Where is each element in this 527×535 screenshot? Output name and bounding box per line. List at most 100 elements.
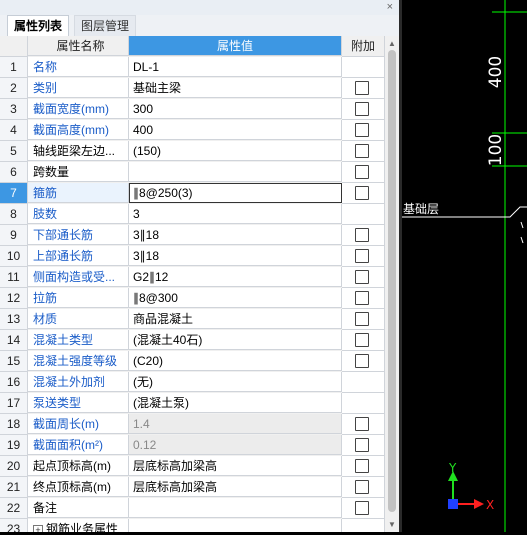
property-row[interactable]: 3 截面宽度(mm) 300 <box>0 99 385 120</box>
property-row[interactable]: 6 跨数量 <box>0 162 385 183</box>
attach-checkbox[interactable] <box>355 333 369 347</box>
property-row[interactable]: 21 终点顶标高(m) 层底标高加梁高 <box>0 477 385 498</box>
property-value[interactable]: 3∥18 <box>129 246 342 266</box>
attach-checkbox[interactable] <box>355 480 369 494</box>
scroll-down-icon[interactable]: ▼ <box>388 520 396 529</box>
attach-checkbox[interactable] <box>355 312 369 326</box>
property-value[interactable] <box>129 519 342 532</box>
property-value[interactable]: 层底标高加梁高 <box>129 456 342 476</box>
property-row[interactable]: 7 箍筋 ∥8@250(3) <box>0 183 385 204</box>
property-row[interactable]: 5 轴线距梁左边... (150) <box>0 141 385 162</box>
attach-checkbox[interactable] <box>355 354 369 368</box>
scroll-up-icon[interactable]: ▲ <box>388 39 396 48</box>
property-row[interactable]: 16 混凝土外加剂 (无) <box>0 372 385 393</box>
property-value[interactable]: (150) <box>129 141 342 161</box>
property-value[interactable] <box>129 162 342 182</box>
attach-cell <box>342 477 385 498</box>
row-number: 3 <box>0 99 28 120</box>
property-name-label: 截面面积(m²) <box>33 438 103 452</box>
attach-checkbox[interactable] <box>355 165 369 179</box>
property-name-label: 起点顶标高(m) <box>33 459 111 473</box>
property-name: 混凝土强度等级 <box>28 351 129 371</box>
close-icon[interactable]: × <box>387 1 393 13</box>
property-name: 截面面积(m²) <box>28 435 129 455</box>
property-row[interactable]: 2 类别 基础主梁 <box>0 78 385 99</box>
attach-checkbox[interactable] <box>355 228 369 242</box>
property-value[interactable]: 3∥18 <box>129 225 342 245</box>
property-row[interactable]: 10 上部通长筋 3∥18 <box>0 246 385 267</box>
attach-checkbox[interactable] <box>355 270 369 284</box>
property-name-label: 混凝土类型 <box>33 333 94 347</box>
scrollbar-thumb[interactable] <box>388 50 396 512</box>
attach-checkbox[interactable] <box>355 501 369 515</box>
row-number: 17 <box>0 393 28 414</box>
tab-property-list[interactable]: 属性列表 <box>7 15 70 37</box>
tab-layer-management[interactable]: 图层管理 <box>74 15 137 37</box>
property-name-label: 跨数量 <box>33 165 70 179</box>
property-row[interactable]: 11 侧面构造或受... G2∥12 <box>0 267 385 288</box>
attach-cell <box>342 519 385 532</box>
row-number: 23 <box>0 519 28 532</box>
property-value[interactable]: G2∥12 <box>129 267 342 287</box>
expand-icon[interactable]: + <box>33 525 43 532</box>
property-name: 肢数 <box>28 204 129 224</box>
property-row[interactable]: 4 截面高度(mm) 400 <box>0 120 385 141</box>
svg-text:400: 400 <box>486 56 506 88</box>
attach-cell <box>342 57 385 78</box>
ucs-x-label: X <box>486 498 494 512</box>
property-row[interactable]: 14 混凝土类型 (混凝土40石) <box>0 330 385 351</box>
property-value[interactable]: ∥8@300 <box>129 288 342 308</box>
property-name-label: 类别 <box>33 81 58 95</box>
attach-checkbox[interactable] <box>355 459 369 473</box>
property-value[interactable]: 层底标高加梁高 <box>129 477 342 497</box>
panel-title-strip: × <box>0 0 399 16</box>
property-value[interactable]: 基础主梁 <box>129 78 342 98</box>
row-number: 22 <box>0 498 28 519</box>
row-number: 9 <box>0 225 28 246</box>
property-value[interactable]: 300 <box>129 99 342 119</box>
attach-cell <box>342 78 385 99</box>
property-value[interactable]: 商品混凝土 <box>129 309 342 329</box>
property-value[interactable]: (混凝土40石) <box>129 330 342 350</box>
property-name-label: 备注 <box>33 501 58 515</box>
property-row[interactable]: 12 拉筋 ∥8@300 <box>0 288 385 309</box>
attach-checkbox[interactable] <box>355 417 369 431</box>
row-number: 13 <box>0 309 28 330</box>
attach-checkbox[interactable] <box>355 123 369 137</box>
property-row[interactable]: 18 截面周长(m) 1.4 <box>0 414 385 435</box>
property-row[interactable]: 15 混凝土强度等级 (C20) <box>0 351 385 372</box>
property-value[interactable]: 400 <box>129 120 342 140</box>
property-row[interactable]: 22 备注 <box>0 498 385 519</box>
property-value[interactable]: (无) <box>129 372 342 392</box>
property-row[interactable]: 23 + 钢筋业务属性 <box>0 519 385 532</box>
property-row[interactable]: 13 材质 商品混凝土 <box>0 309 385 330</box>
drawing-canvas[interactable]: 400 100 基础层 Y X <box>402 0 527 532</box>
property-row[interactable]: 9 下部通长筋 3∥18 <box>0 225 385 246</box>
property-row[interactable]: 1 名称 DL-1 <box>0 57 385 78</box>
property-value[interactable]: ∥8@250(3) <box>129 183 342 203</box>
property-value[interactable]: DL-1 <box>129 57 342 77</box>
property-value[interactable]: (C20) <box>129 351 342 371</box>
attach-checkbox[interactable] <box>355 249 369 263</box>
property-value[interactable]: (混凝土泵) <box>129 393 342 413</box>
row-number: 7 <box>0 183 28 204</box>
attach-checkbox[interactable] <box>355 186 369 200</box>
attach-checkbox[interactable] <box>355 144 369 158</box>
attach-checkbox[interactable] <box>355 291 369 305</box>
row-number: 6 <box>0 162 28 183</box>
property-name: 截面宽度(mm) <box>28 99 129 119</box>
property-name-label: 终点顶标高(m) <box>33 480 111 494</box>
property-value[interactable]: 3 <box>129 204 342 224</box>
grid-header-row: 属性名称 属性值 附加 <box>0 36 385 57</box>
attach-cell <box>342 267 385 288</box>
property-row[interactable]: 8 肢数 3 <box>0 204 385 225</box>
attach-checkbox[interactable] <box>355 102 369 116</box>
attach-checkbox[interactable] <box>355 438 369 452</box>
row-number: 15 <box>0 351 28 372</box>
attach-checkbox[interactable] <box>355 81 369 95</box>
property-row[interactable]: 20 起点顶标高(m) 层底标高加梁高 <box>0 456 385 477</box>
property-value[interactable] <box>129 498 342 518</box>
vertical-scrollbar[interactable]: ▲ ▼ <box>385 36 399 532</box>
property-row[interactable]: 19 截面面积(m²) 0.12 <box>0 435 385 456</box>
property-row[interactable]: 17 泵送类型 (混凝土泵) <box>0 393 385 414</box>
